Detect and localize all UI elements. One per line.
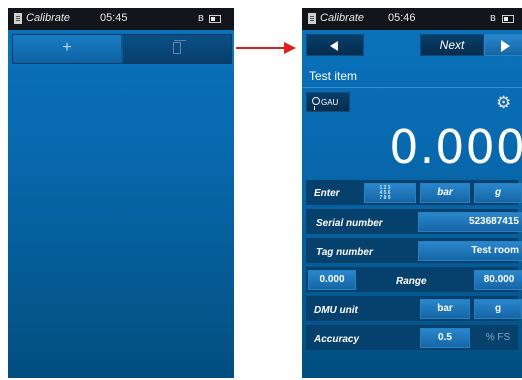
pressure-reading: 0.000 [389,120,522,174]
serial-number-label: Serial number [316,218,383,229]
gear-icon[interactable]: ⚙ [496,94,511,111]
dmu-unit-button[interactable]: bar [420,299,470,319]
serial-number-field[interactable]: 523687415 [418,212,522,232]
test-item-label: Test item [309,69,358,83]
bluetooth-icon: ʙ [490,12,496,24]
tag-number-field[interactable]: Test room [418,241,522,261]
gau-search-button[interactable]: GAU [306,92,350,112]
enter-unit2-button[interactable]: g [474,183,522,203]
tag-number-label: Tag number [316,247,373,258]
add-button[interactable]: + [13,35,121,63]
document-icon [14,13,22,24]
arrow-left-icon [330,41,338,51]
accuracy-unit-label: % FS [485,332,511,343]
right-screen: Calibrate 05:46 ʙ Next Test item GAU ⚙ 0… [302,8,522,378]
bluetooth-icon: ʙ [198,12,204,24]
enter-unit-button[interactable]: bar [420,183,470,203]
app-title: Calibrate [26,12,71,24]
next-button[interactable]: Next [420,34,484,56]
battery-icon [209,15,221,23]
arrow-right-icon [501,40,510,52]
status-bar: Calibrate 05:45 ʙ [8,8,234,30]
dmu-unit-label: DMU unit [314,305,358,316]
status-bar: Calibrate 05:46 ʙ [302,8,522,30]
transition-arrow [236,42,296,54]
range-low-field[interactable]: 0.000 [308,270,356,290]
toolbar: + [12,34,232,64]
accuracy-label: Accuracy [314,334,360,345]
clock: 05:46 [388,12,416,24]
divider [302,87,522,88]
left-screen: Calibrate 05:45 ʙ + [8,8,234,378]
battery-icon [502,15,514,23]
next-arrow-button[interactable] [484,34,522,56]
range-label: Range [396,276,427,287]
dmu-unit2-button[interactable]: g [474,299,522,319]
keypad-icon: 1 2 34 5 67 8 9 [379,185,391,201]
enter-label: Enter [314,188,340,199]
delete-button[interactable] [123,35,231,63]
gau-label: GAU [321,98,339,107]
document-icon [308,13,316,24]
previous-button[interactable] [306,34,364,56]
search-icon [312,97,320,110]
app-title: Calibrate [320,12,365,24]
range-high-field[interactable]: 80.000 [474,270,522,290]
clock: 05:45 [100,12,128,24]
accuracy-value-field[interactable]: 0.5 [420,328,470,348]
trash-icon [173,42,181,54]
keypad-button[interactable]: 1 2 34 5 67 8 9 [364,183,416,203]
